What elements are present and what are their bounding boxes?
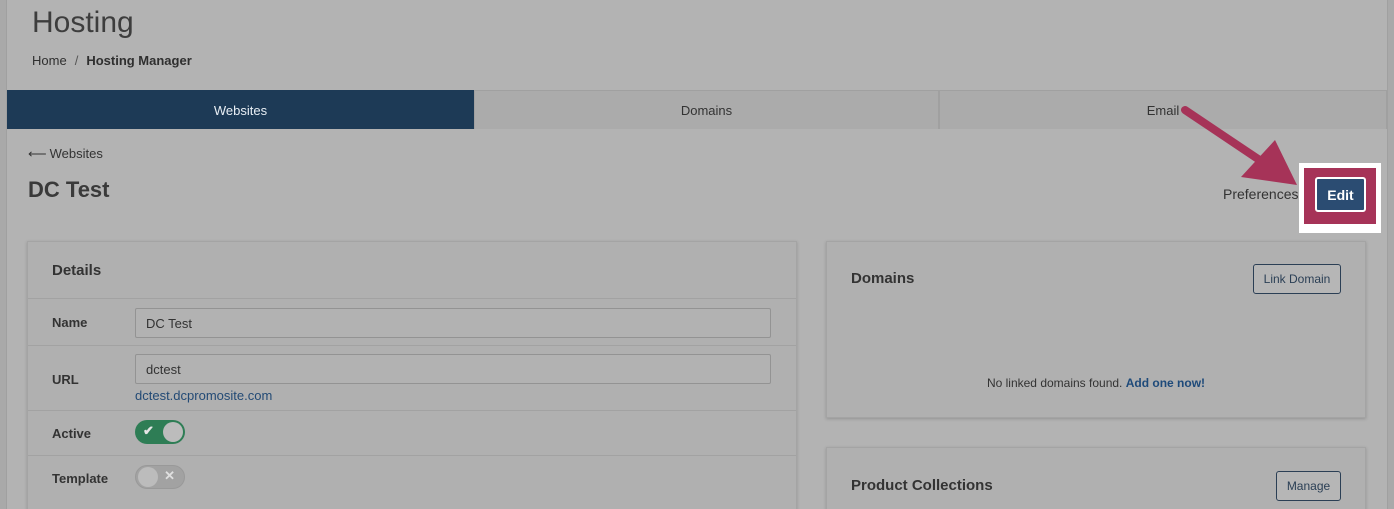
active-label: Active <box>52 426 92 441</box>
toggle-knob <box>163 422 183 442</box>
url-field[interactable]: dctest <box>135 354 771 384</box>
back-to-websites-link[interactable]: ⟵ Websites <box>28 146 103 162</box>
template-toggle[interactable]: ✕ <box>135 465 185 489</box>
tab-email[interactable]: Email <box>939 90 1387 129</box>
url-label: URL <box>52 372 79 387</box>
no-domains-message: No linked domains found. Add one now! <box>827 376 1365 390</box>
details-card-title: Details <box>52 262 102 279</box>
name-field[interactable]: DC Test <box>135 308 771 338</box>
toggle-knob <box>138 467 158 487</box>
add-domain-link[interactable]: Add one now! <box>1126 376 1205 390</box>
breadcrumb-current: Hosting Manager <box>86 53 192 68</box>
breadcrumb-home[interactable]: Home <box>32 53 67 68</box>
check-icon: ✔ <box>143 423 154 438</box>
domains-card-title: Domains <box>851 270 915 287</box>
back-arrow-icon: ⟵ <box>28 146 47 161</box>
active-row: Active ✔ <box>28 410 796 455</box>
tab-domains[interactable]: Domains <box>474 90 939 129</box>
template-row: Template ✕ <box>28 455 796 509</box>
url-row: URL dctest dctest.dcpromosite.com <box>28 345 796 410</box>
breadcrumb: Home / Hosting Manager <box>32 53 192 68</box>
site-title: DC Test <box>28 177 110 202</box>
domains-card: Domains Link Domain No linked domains fo… <box>826 241 1366 418</box>
tab-websites[interactable]: Websites <box>7 90 474 129</box>
site-url-link[interactable]: dctest.dcpromosite.com <box>135 388 272 403</box>
manage-button[interactable]: Manage <box>1276 471 1341 501</box>
link-domain-button[interactable]: Link Domain <box>1253 264 1341 294</box>
product-collections-title: Product Collections <box>851 477 993 494</box>
left-edge-panel <box>0 0 7 509</box>
breadcrumb-separator: / <box>74 53 79 68</box>
right-edge-panel <box>1387 0 1394 509</box>
name-row: Name DC Test <box>28 298 796 345</box>
product-collections-card: Product Collections Manage <box>826 447 1366 509</box>
name-label: Name <box>52 315 88 330</box>
x-icon: ✕ <box>164 468 175 483</box>
template-label: Template <box>52 471 109 486</box>
annotation-arrow-icon <box>1181 106 1297 185</box>
back-link-label: Websites <box>49 146 103 161</box>
details-card: Details Name DC Test URL dctest dctest.d… <box>27 241 797 509</box>
active-toggle[interactable]: ✔ <box>135 420 185 444</box>
no-domains-text: No linked domains found. <box>986 376 1123 390</box>
edit-button[interactable]: Edit <box>1315 177 1366 212</box>
page-title: Hosting <box>32 6 134 39</box>
